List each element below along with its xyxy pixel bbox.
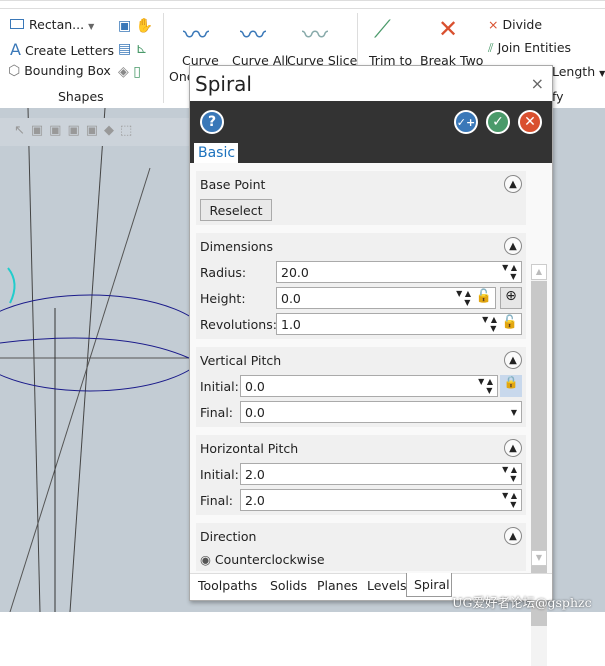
radius-label: Radius: (200, 265, 247, 280)
tab-planes[interactable]: Planes (317, 578, 358, 593)
surface-curve-all-icon: 〰 (240, 21, 267, 51)
join-entities-button[interactable]: ⫽ Join Entities (488, 40, 571, 56)
collapse-icon[interactable]: ▲ (504, 439, 522, 457)
collapse-icon[interactable]: ▲ (504, 351, 522, 369)
radius-field[interactable]: 20.0 ▼ ▲ ▼ (276, 261, 522, 283)
reselect-button[interactable]: Reselect (200, 199, 272, 221)
divide-icon: ⨯ (488, 17, 499, 32)
join-icon: ⫽ (488, 40, 494, 55)
chevron-down-icon: ▼ (88, 22, 95, 31)
section-horizontal-pitch: Horizontal Pitch ▲ Initial: 2.0 ▼ ▲ ▼ Fin… (196, 435, 526, 515)
divider (0, 8, 605, 9)
create-letters-button[interactable]: A Create Letters (10, 40, 114, 59)
tab-toolpaths[interactable]: Toolpaths (198, 578, 257, 593)
section-base-point: Base Point ▲ Reselect (196, 171, 526, 225)
tab-basic[interactable]: Basic (194, 143, 238, 163)
ok-icon[interactable]: ✓ (486, 110, 510, 134)
collapse-icon[interactable]: ▲ (504, 237, 522, 255)
final-label: Final: (200, 405, 234, 420)
dialog-content: Base Point ▲ Reselect Dimensions ▲ Radiu… (190, 163, 552, 666)
tab-levels[interactable]: Levels (367, 578, 407, 593)
vertical-final-field[interactable]: 0.0 ▼ (240, 401, 522, 423)
dropdown-icon[interactable]: ▼ (511, 408, 517, 417)
horizontal-initial-field[interactable]: 2.0 ▼ ▲ ▼ (240, 463, 522, 485)
break-icon: ✕ (438, 15, 459, 43)
collapse-icon[interactable]: ▲ (504, 527, 522, 545)
ok-and-create-new-icon[interactable]: ✓+ (454, 110, 478, 134)
spinner-icon[interactable]: ▼ ▲ ▼ (478, 377, 493, 395)
horizontal-final-field[interactable]: 2.0 ▼ ▲ ▼ (240, 489, 522, 511)
radio-selected-icon: ◉ (200, 552, 211, 567)
dialog-toolbar: ? ✓+ ✓ ✕ Basic (190, 101, 552, 163)
letter-a-icon: A (10, 40, 21, 59)
close-button[interactable]: × (531, 74, 544, 93)
section-header: Horizontal Pitch (200, 441, 299, 456)
group-label-shapes: Shapes (58, 89, 104, 104)
spinner-icon[interactable]: ▼ ▲ ▼ (482, 315, 497, 333)
height-label: Height: (200, 291, 246, 306)
section-dimensions: Dimensions ▲ Radius: 20.0 ▼ ▲ ▼ Height: 0… (196, 233, 526, 339)
section-direction: Direction ▲ ◉ Counterclockwise (196, 523, 526, 571)
initial-label: Initial: (200, 379, 239, 394)
spinner-icon[interactable]: ▼ ▲ ▼ (456, 289, 471, 307)
vertical-initial-field[interactable]: 0.0 ▼ ▲ ▼ (240, 375, 498, 397)
divider (163, 13, 164, 103)
cube-icon: ⬡ (8, 63, 21, 79)
spinner-icon[interactable]: ▼ ▲ ▼ (502, 465, 517, 483)
final-label: Final: (200, 493, 234, 508)
collapse-icon[interactable]: ▲ (504, 175, 522, 193)
chevron-down-icon: ▼ (599, 69, 605, 78)
bounding-box-button[interactable]: ⬡ Bounding Box (8, 63, 111, 79)
counterclockwise-radio[interactable]: ◉ Counterclockwise (200, 552, 325, 567)
selection-tools-icons[interactable]: ↖▣▣▣▣◆⬚ (14, 123, 138, 138)
cancel-icon[interactable]: ✕ (518, 110, 542, 134)
revolutions-field[interactable]: 1.0 ▼ ▲ ▼ 🔓 (276, 313, 522, 335)
spinner-icon[interactable]: ▼ ▲ ▼ (502, 263, 517, 281)
unlock-icon[interactable]: 🔓 (476, 289, 492, 304)
scroll-up-icon[interactable]: ▲ (531, 264, 547, 280)
height-field[interactable]: 0.0 ▼ ▲ ▼ 🔓 (276, 287, 496, 309)
spiral-dialog: Spiral × ? ✓+ ✓ ✕ Basic Base Point ▲ Res… (189, 65, 553, 666)
tab-solids[interactable]: Solids (270, 578, 307, 593)
section-header: Direction (200, 529, 257, 544)
shape-tools-icons[interactable]: ▣ ✋ ▤ ⊾ ◈ ▯ (118, 15, 153, 84)
trim-icon: ⟋ (374, 15, 391, 43)
watermark: UG爱好者论坛@gsphzc (452, 595, 592, 610)
revolutions-label: Revolutions: (200, 317, 277, 332)
unlock-icon[interactable]: 🔓 (502, 315, 518, 330)
tab-spiral[interactable]: Spiral (406, 573, 452, 597)
rectangle-icon (10, 19, 24, 29)
help-icon[interactable]: ? (200, 110, 224, 134)
surface-curve-icon: 〰 (183, 21, 210, 51)
scroll-down-icon[interactable]: ▼ (531, 550, 547, 566)
length-button[interactable]: Length ▼ (552, 64, 605, 79)
section-vertical-pitch: Vertical Pitch ▲ Initial: 0.0 ▼ ▲ ▼ 🔒 Fin… (196, 347, 526, 427)
dialog-title: Spiral (195, 72, 252, 96)
divide-button[interactable]: ⨯ Divide (488, 17, 542, 32)
initial-label: Initial: (200, 467, 239, 482)
rectangle-button[interactable]: Rectan... ▼ (10, 17, 94, 32)
surface-curve-slice-icon: 〰 (302, 21, 329, 51)
spinner-icon[interactable]: ▼ ▲ ▼ (502, 491, 517, 509)
group-label-modify: fy (552, 89, 564, 104)
pick-point-icon[interactable]: ⊕ (500, 287, 522, 309)
section-header: Vertical Pitch (200, 353, 282, 368)
section-header: Base Point (200, 177, 266, 192)
lock-icon[interactable]: 🔒 (500, 375, 522, 397)
view-toolbar[interactable]: ↖▣▣▣▣◆⬚ (0, 118, 190, 146)
section-header: Dimensions (200, 239, 273, 254)
